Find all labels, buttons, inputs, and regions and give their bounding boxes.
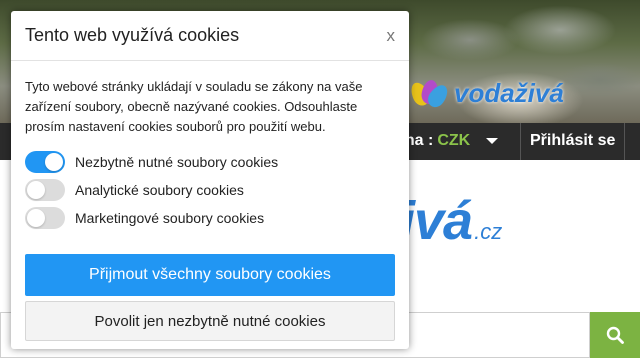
hero-logo[interactable]: vodaživá (407, 78, 564, 110)
currency-selector[interactable]: ěna : CZK (396, 132, 499, 150)
necessary-cookies-toggle[interactable] (25, 151, 65, 173)
marketing-cookies-label: Marketingové soubory cookies (75, 210, 265, 226)
search-button[interactable] (590, 312, 640, 358)
toggle-row-marketing: Marketingové soubory cookies (25, 207, 264, 229)
hero-logo-text: vodaživá (454, 78, 564, 108)
toggle-row-necessary: Nezbytně nutné soubory cookies (25, 151, 278, 173)
cookie-dialog-header: Tento web využívá cookies x (11, 11, 409, 61)
analytics-cookies-toggle[interactable] (25, 179, 65, 201)
close-button[interactable]: x (387, 26, 396, 46)
site-logo[interactable]: ivá .cz (400, 190, 502, 252)
accept-all-cookies-button[interactable]: Přijmout všechny soubory cookies (25, 254, 395, 296)
accept-necessary-cookies-button[interactable]: Povolit jen nezbytně nutné cookies (25, 301, 395, 341)
cookie-consent-dialog: Tento web využívá cookies x Tyto webové … (11, 11, 409, 349)
logo-mark-icon (407, 78, 452, 110)
marketing-cookies-toggle[interactable] (25, 207, 65, 229)
currency-value: CZK (437, 132, 471, 149)
site-logo-tld: .cz (474, 219, 503, 244)
nav-divider (520, 123, 521, 160)
cookie-description: Tyto webové stránky ukládají v souladu s… (25, 79, 363, 134)
login-link[interactable]: Přihlásit se (530, 132, 615, 150)
site-logo-text: ivá (400, 191, 473, 251)
chevron-down-icon (486, 138, 499, 144)
analytics-cookies-label: Analytické soubory cookies (75, 182, 244, 198)
toggle-row-analytics: Analytické soubory cookies (25, 179, 244, 201)
cookie-dialog-title: Tento web využívá cookies (25, 25, 240, 45)
search-icon (606, 326, 624, 344)
necessary-cookies-label: Nezbytně nutné soubory cookies (75, 154, 279, 170)
nav-divider (624, 123, 625, 160)
